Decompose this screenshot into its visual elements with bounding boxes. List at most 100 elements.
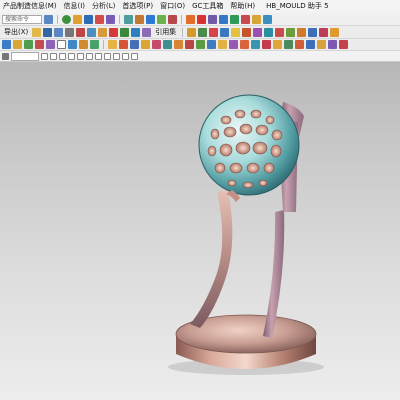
snap-pole-icon[interactable]	[131, 52, 138, 60]
sew-icon[interactable]	[163, 40, 172, 49]
view-top-icon[interactable]	[13, 40, 22, 49]
select-all-icon[interactable]	[41, 52, 48, 60]
extract-icon[interactable]	[218, 40, 227, 49]
sketch-icon[interactable]	[187, 27, 197, 37]
copy-icon[interactable]	[87, 27, 97, 37]
replace-face-icon[interactable]	[251, 40, 260, 49]
revolve-icon[interactable]	[209, 27, 219, 37]
section-icon[interactable]	[208, 14, 217, 24]
chamfer-icon[interactable]	[242, 27, 252, 37]
snap-center-icon[interactable]	[68, 52, 75, 60]
layer-icon[interactable]	[106, 14, 115, 24]
mesh-icon[interactable]	[263, 14, 272, 24]
save-icon[interactable]	[43, 27, 53, 37]
menu-analysis[interactable]: 分析(L)	[89, 0, 119, 13]
redo-icon[interactable]	[131, 27, 141, 37]
command-search-input[interactable]: 搜索命令	[2, 14, 42, 24]
view-icon[interactable]	[84, 14, 93, 24]
print-icon[interactable]	[65, 27, 75, 37]
fit-icon[interactable]	[90, 40, 99, 49]
view-right-icon[interactable]	[24, 40, 33, 49]
trim-icon[interactable]	[286, 27, 296, 37]
undo-icon[interactable]	[120, 27, 130, 37]
draft-icon[interactable]	[319, 27, 329, 37]
zoom-icon[interactable]	[68, 40, 77, 49]
datum-plane-icon[interactable]	[108, 40, 117, 49]
render-icon[interactable]	[95, 14, 104, 24]
view-front-icon[interactable]	[2, 40, 11, 49]
view-iso-icon[interactable]	[35, 40, 44, 49]
menu-gc-toolbox[interactable]: GC工具箱	[189, 0, 227, 13]
export-button[interactable]: 导出(X)	[2, 27, 30, 38]
reference-set-button[interactable]: 引用集	[153, 27, 178, 38]
menu-help[interactable]: 帮助(H)	[227, 0, 259, 13]
menu-window[interactable]: 窗口(O)	[157, 0, 189, 13]
thicken-icon[interactable]	[330, 27, 340, 37]
menu-pmi[interactable]: 产品制造信息(M)	[0, 0, 61, 13]
edge-blend-icon[interactable]	[141, 40, 150, 49]
save-as-icon[interactable]	[54, 27, 64, 37]
wcs-icon[interactable]	[124, 14, 133, 24]
sweep-icon[interactable]	[328, 40, 337, 49]
snap-grid-icon[interactable]	[113, 52, 120, 60]
unite-icon[interactable]	[174, 40, 183, 49]
analysis-icon[interactable]	[197, 14, 206, 24]
assembly-icon[interactable]	[142, 27, 152, 37]
select-icon[interactable]	[62, 14, 71, 24]
check-icon[interactable]	[230, 14, 239, 24]
shell-icon[interactable]	[253, 27, 263, 37]
menu-information[interactable]: 信息(I)	[61, 0, 90, 13]
snap-icon[interactable]	[135, 14, 144, 24]
intersect-icon[interactable]	[196, 40, 205, 49]
open-icon[interactable]	[32, 27, 42, 37]
loft-icon[interactable]	[339, 40, 348, 49]
menu-preferences[interactable]: 首选项(P)	[119, 0, 157, 13]
filter-icon[interactable]	[73, 14, 82, 24]
shaded-icon[interactable]	[46, 40, 55, 49]
offset-icon[interactable]	[308, 27, 318, 37]
snap-intersect-icon[interactable]	[95, 52, 102, 60]
rotate-icon[interactable]	[168, 14, 177, 24]
curve-icon[interactable]	[241, 14, 250, 24]
csys-icon[interactable]	[130, 40, 139, 49]
pattern-icon[interactable]	[264, 27, 274, 37]
tube-icon[interactable]	[317, 40, 326, 49]
datum-axis-icon[interactable]	[119, 40, 128, 49]
move-icon[interactable]	[157, 14, 166, 24]
snap-end-icon[interactable]	[50, 52, 57, 60]
emboss-icon[interactable]	[295, 40, 304, 49]
move-face-icon[interactable]	[240, 40, 249, 49]
hole-icon[interactable]	[220, 27, 230, 37]
snap-mid-icon[interactable]	[59, 52, 66, 60]
search-icon[interactable]	[44, 14, 53, 24]
measure-icon[interactable]	[186, 14, 195, 24]
wrap-icon[interactable]	[284, 40, 293, 49]
blend-icon[interactable]	[231, 27, 241, 37]
graphics-viewport[interactable]	[0, 62, 400, 400]
paste-icon[interactable]	[98, 27, 108, 37]
ruler-icon[interactable]	[219, 14, 228, 24]
selection-filter-dropdown[interactable]	[11, 51, 39, 61]
patch-icon[interactable]	[273, 40, 282, 49]
surface-icon[interactable]	[252, 14, 261, 24]
extrude-icon[interactable]	[198, 27, 208, 37]
delete-face-icon[interactable]	[262, 40, 271, 49]
delete-icon[interactable]	[109, 27, 119, 37]
pan-icon[interactable]	[79, 40, 88, 49]
snap-quad-icon[interactable]	[77, 52, 84, 60]
scale-icon[interactable]	[229, 40, 238, 49]
snap-point-icon[interactable]	[86, 52, 93, 60]
point-icon[interactable]	[146, 14, 155, 24]
subtract-icon[interactable]	[185, 40, 194, 49]
wireframe-icon[interactable]	[57, 40, 66, 49]
rib-icon[interactable]	[306, 40, 315, 49]
cut-icon[interactable]	[76, 27, 86, 37]
snap-face-icon[interactable]	[122, 52, 129, 60]
boolean-icon[interactable]	[297, 27, 307, 37]
face-blend-icon[interactable]	[152, 40, 161, 49]
menu-icon[interactable]	[2, 52, 9, 60]
split-icon[interactable]	[207, 40, 216, 49]
menu-hb-mould[interactable]: HB_MOULD 助手 5	[263, 0, 332, 13]
snap-tangent-icon[interactable]	[104, 52, 111, 60]
mirror-icon[interactable]	[275, 27, 285, 37]
